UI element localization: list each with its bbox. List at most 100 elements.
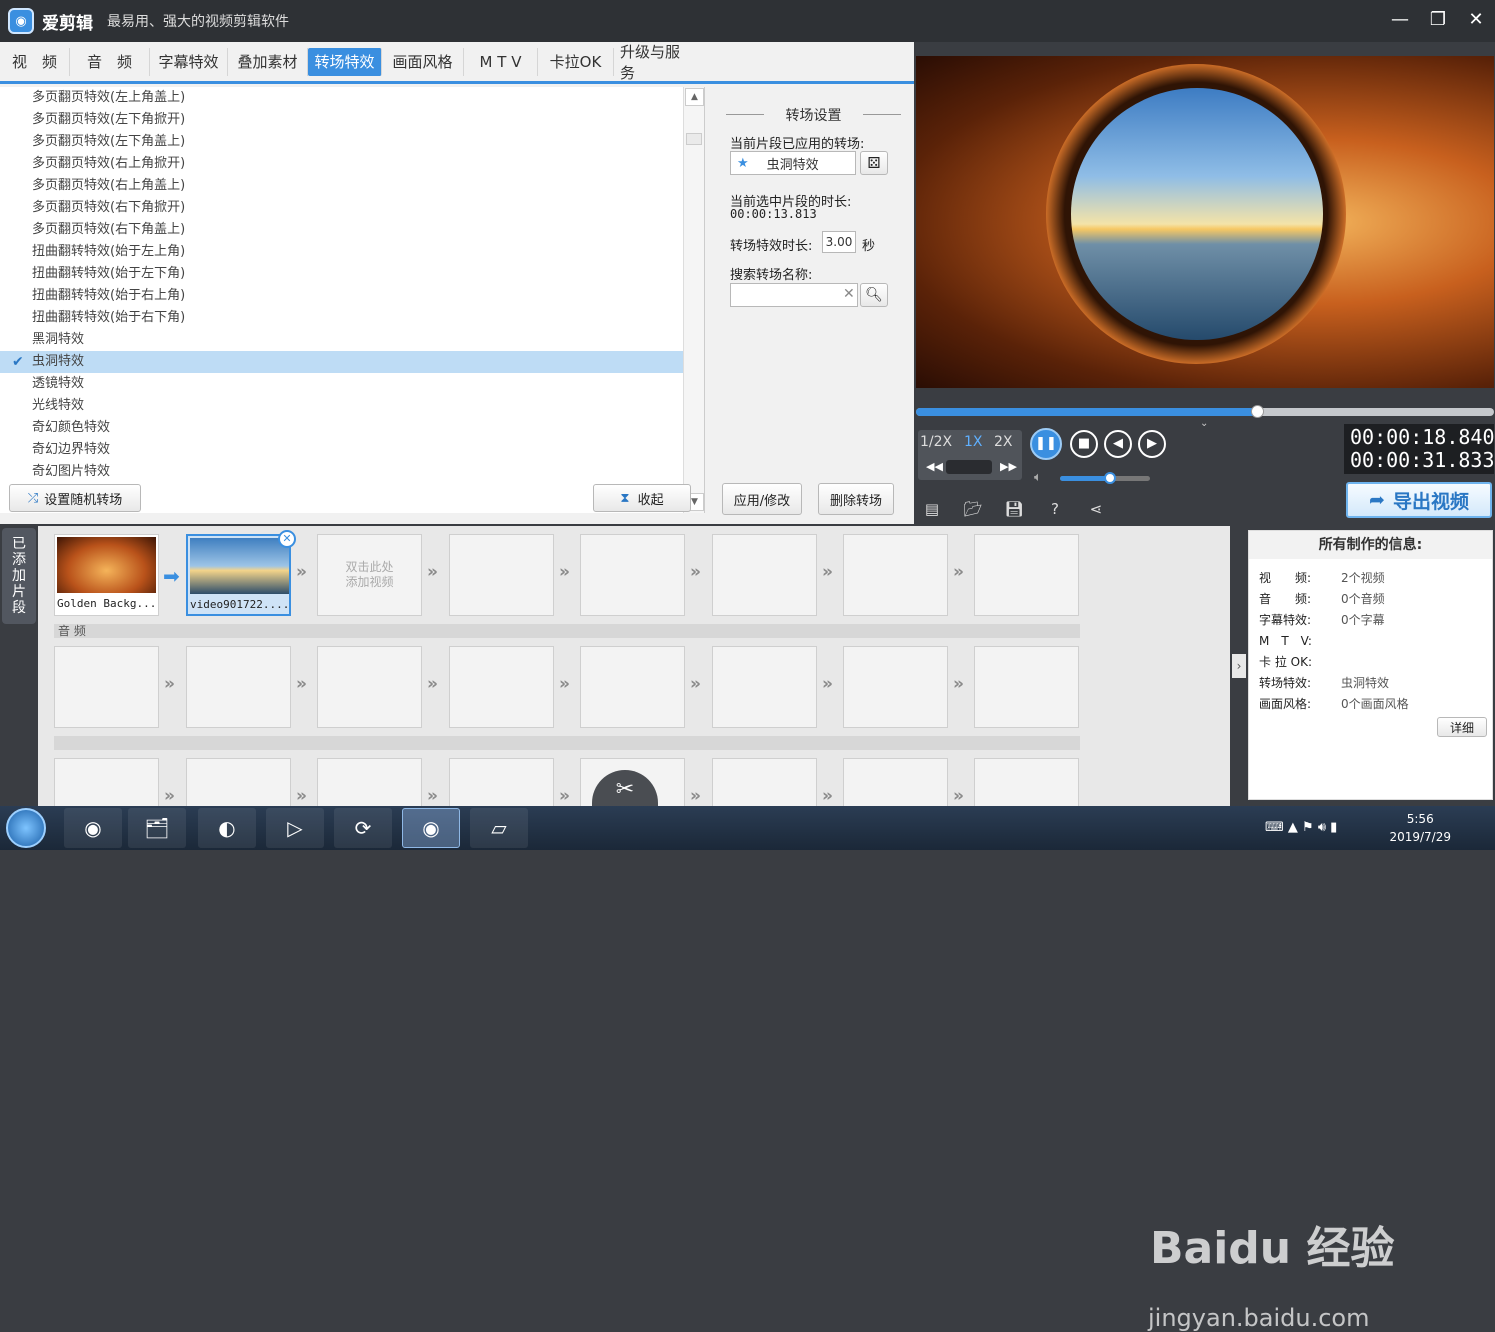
speed-half[interactable]: 1/2X	[920, 434, 952, 450]
add-video-placeholder[interactable]: 双击此处添加视频	[317, 534, 422, 616]
empty-clip-slot[interactable]	[843, 646, 948, 728]
transition-item[interactable]: 扭曲翻转特效(始于右下角)	[0, 307, 684, 329]
empty-clip-slot[interactable]	[54, 646, 159, 728]
clear-search-icon[interactable]: ✕	[843, 286, 855, 302]
minimize-icon[interactable]: —	[1389, 8, 1411, 32]
tab-transitions[interactable]: 转场特效	[308, 47, 382, 76]
speed-2x[interactable]: 2X	[994, 434, 1013, 450]
transition-item[interactable]: 扭曲翻转特效(始于右上角)	[0, 285, 684, 307]
tab-picture-style[interactable]: 画面风格	[382, 47, 464, 76]
transition-item[interactable]: 扭曲翻转特效(始于左上角)	[0, 241, 684, 263]
clock[interactable]: 5:56 2019/7/29	[1389, 810, 1451, 846]
transition-item[interactable]: ✔ 虫洞特效	[0, 351, 684, 373]
media-player-icon[interactable]: ▷	[266, 808, 324, 848]
seek-bar[interactable]	[916, 405, 1494, 418]
tab-audio[interactable]: 音 频	[70, 47, 150, 76]
open-folder-icon[interactable]: 📂︎	[961, 497, 985, 521]
document-icon[interactable]: ▱	[470, 808, 528, 848]
volume-handle[interactable]	[1103, 472, 1116, 484]
system-tray[interactable]: ⌨ ▲ ⚑ 🔊︎ ▮	[1265, 820, 1337, 835]
transition-item[interactable]: 多页翻页特效(左上角盖上)	[0, 87, 684, 109]
previous-frame-icon[interactable]: ◀	[1104, 430, 1132, 458]
tab-mtv[interactable]: M T V	[464, 47, 538, 76]
transition-item[interactable]: 多页翻页特效(左下角盖上)	[0, 131, 684, 153]
video-preview[interactable]	[916, 56, 1494, 388]
transition-item-label: 黑洞特效	[32, 332, 85, 347]
new-project-icon[interactable]: ▤	[920, 497, 944, 521]
next-frame-icon[interactable]: ▶	[1138, 430, 1166, 458]
explorer-icon[interactable]: 🗂︎	[128, 808, 186, 848]
empty-clip-slot[interactable]	[580, 646, 685, 728]
transition-item[interactable]: 多页翻页特效(右下角盖上)	[0, 219, 684, 241]
transition-item[interactable]: 奇幻颜色特效	[0, 417, 684, 439]
watermark-url: jingyan.baidu.com	[1148, 1304, 1370, 1332]
transition-item[interactable]: 多页翻页特效(右上角掀开)	[0, 153, 684, 175]
jog-slider[interactable]	[946, 460, 992, 474]
added-clips-tab[interactable]: 已添加片段	[2, 528, 36, 624]
taskbar-app-icon[interactable]: ◉	[64, 808, 122, 848]
transition-item[interactable]: 光线特效	[0, 395, 684, 417]
fast-forward-icon[interactable]: ▶▶	[1000, 460, 1017, 473]
time-display: 00:00:18.840 00:00:31.833	[1344, 424, 1495, 474]
clip-video[interactable]: video901722....	[186, 534, 291, 616]
firefox-icon[interactable]: ◐	[198, 808, 256, 848]
transition-item[interactable]: 透镜特效	[0, 373, 684, 395]
speed-1x[interactable]: 1X	[964, 434, 983, 450]
scroll-thumb[interactable]	[686, 133, 702, 145]
transition-item[interactable]: 奇幻图片特效	[0, 461, 684, 483]
start-button[interactable]	[6, 808, 46, 848]
clip-golden[interactable]: Golden Backg...	[54, 534, 159, 616]
restore-icon[interactable]: ❐	[1427, 8, 1449, 32]
close-icon[interactable]: ✕	[1465, 8, 1487, 32]
transition-list[interactable]: 多页翻页特效(左上角盖上) 多页翻页特效(左下角掀开) 多页翻页特效(左下角盖上) 多…	[0, 87, 705, 513]
transition-item[interactable]: 多页翻页特效(右上角盖上)	[0, 175, 684, 197]
empty-clip-slot[interactable]	[712, 534, 817, 616]
empty-clip-slot[interactable]	[974, 646, 1079, 728]
scroll-up-icon[interactable]: ▲	[685, 88, 704, 106]
transition-item[interactable]: 多页翻页特效(左下角掀开)	[0, 109, 684, 131]
volume-icon[interactable]: 🔈︎	[1034, 470, 1042, 485]
empty-clip-slot[interactable]	[317, 646, 422, 728]
aijianji-task-icon[interactable]: ◉	[402, 808, 460, 848]
remove-clip-icon[interactable]: ✕	[278, 530, 296, 548]
tab-upgrade[interactable]: 升级与服务	[614, 43, 700, 82]
dice-random-icon[interactable]: ⚄	[860, 151, 888, 175]
empty-clip-slot[interactable]	[186, 646, 291, 728]
empty-clip-slot[interactable]	[449, 534, 554, 616]
delete-transition-button[interactable]: 删除转场	[818, 483, 894, 515]
share-icon[interactable]: ⋖	[1084, 497, 1108, 521]
rewind-icon[interactable]: ◀◀	[926, 460, 943, 473]
browser-icon[interactable]: ⟳	[334, 808, 392, 848]
help-icon[interactable]: ?	[1043, 497, 1067, 521]
transition-item[interactable]: 奇幻边界特效	[0, 439, 684, 461]
clip-caption: video901722....	[190, 598, 289, 611]
save-icon[interactable]: 💾︎	[1002, 497, 1026, 521]
track-divider	[54, 736, 1080, 750]
list-scrollbar[interactable]: ▲ ▼	[683, 87, 704, 513]
empty-clip-slot[interactable]	[449, 646, 554, 728]
empty-clip-slot[interactable]	[974, 534, 1079, 616]
collapse-button[interactable]: ⧗ 收起	[593, 484, 691, 512]
export-video-button[interactable]: ➦ 导出视频	[1346, 482, 1492, 518]
empty-clip-slot[interactable]	[843, 534, 948, 616]
search-input[interactable]	[730, 283, 858, 307]
tab-karaoke[interactable]: 卡拉OK	[538, 47, 614, 76]
search-icon[interactable]: 🔍︎	[860, 283, 888, 307]
pause-icon[interactable]: ❚❚	[1030, 428, 1062, 460]
empty-clip-slot[interactable]	[712, 646, 817, 728]
effect-duration-input[interactable]: 3.00	[822, 231, 856, 253]
random-transition-button[interactable]: ⤮ 设置随机转场	[9, 484, 141, 512]
transition-item[interactable]: 扭曲翻转特效(始于左下角)	[0, 263, 684, 285]
volume-slider[interactable]	[1060, 472, 1150, 484]
tab-video[interactable]: 视 频	[0, 47, 70, 76]
tab-subtitle-effects[interactable]: 字幕特效	[150, 47, 228, 76]
info-panel-toggle-icon[interactable]: ›	[1232, 654, 1246, 678]
tab-overlay[interactable]: 叠加素材	[228, 47, 308, 76]
transition-item[interactable]: 多页翻页特效(右下角掀开)	[0, 197, 684, 219]
empty-clip-slot[interactable]	[580, 534, 685, 616]
detail-button[interactable]: 详细	[1437, 717, 1487, 737]
transition-item[interactable]: 黑洞特效	[0, 329, 684, 351]
stop-icon[interactable]: ■	[1070, 430, 1098, 458]
seek-handle[interactable]	[1251, 405, 1265, 418]
apply-modify-button[interactable]: 应用/修改	[722, 483, 802, 515]
